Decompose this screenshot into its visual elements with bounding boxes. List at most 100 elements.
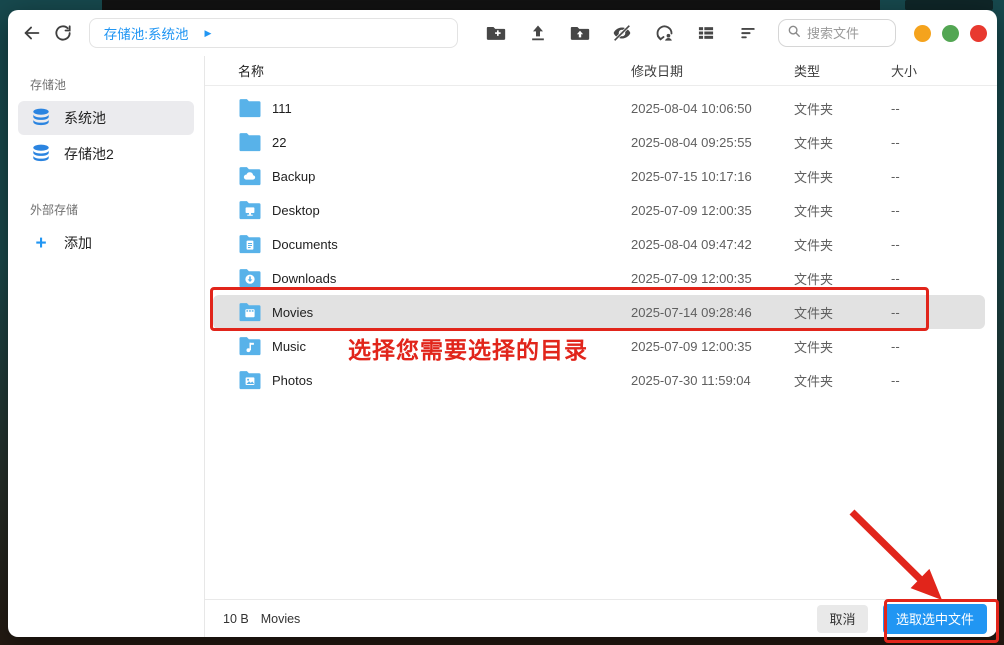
hide-hidden-files-button[interactable] (608, 19, 636, 47)
table-row[interactable]: 111 2025-08-04 10:06:50 文件夹 -- (205, 91, 997, 125)
upload-button[interactable] (524, 19, 552, 47)
file-size: -- (891, 339, 997, 354)
file-date: 2025-07-30 11:59:04 (631, 373, 794, 388)
file-date: 2025-07-09 12:00:35 (631, 339, 794, 354)
column-header-date[interactable]: 修改日期 (631, 61, 794, 80)
folder-backup-icon (238, 165, 262, 187)
file-size: -- (891, 203, 997, 218)
table-row[interactable]: Downloads 2025-07-09 12:00:35 文件夹 -- (205, 261, 997, 295)
file-list: 111 2025-08-04 10:06:50 文件夹 -- 22 2025-0… (205, 86, 997, 599)
table-row[interactable]: 22 2025-08-04 09:25:55 文件夹 -- (205, 125, 997, 159)
file-type: 文件夹 (794, 167, 891, 186)
sidebar-section-external-storage: 外部存储 (18, 195, 194, 224)
file-date: 2025-08-04 10:06:50 (631, 101, 794, 116)
folder-music-icon (238, 335, 262, 357)
table-row[interactable]: Desktop 2025-07-09 12:00:35 文件夹 -- (205, 193, 997, 227)
file-date: 2025-07-14 09:28:46 (631, 305, 794, 320)
file-size: -- (891, 135, 997, 150)
file-size: -- (891, 169, 997, 184)
folder-plain-icon (238, 131, 262, 153)
back-icon (21, 22, 43, 44)
sync-user-icon (654, 23, 675, 44)
file-date: 2025-08-04 09:47:42 (631, 237, 794, 252)
plus-icon: + (30, 234, 52, 253)
table-row[interactable]: Backup 2025-07-15 10:17:16 文件夹 -- (205, 159, 997, 193)
sidebar: 存储池 系统池 存储池2 外部存储 + 添加 (8, 56, 204, 637)
folder-downloads-icon (238, 267, 262, 289)
folder-movies-icon (238, 301, 262, 323)
minimize-button[interactable] (914, 25, 931, 42)
file-name: Desktop (272, 203, 320, 218)
file-name: Documents (272, 237, 338, 252)
table-row[interactable]: Movies 2025-07-14 09:28:46 文件夹 -- (205, 295, 997, 329)
file-type: 文件夹 (794, 303, 891, 322)
folder-plain-icon (238, 97, 262, 119)
back-button[interactable] (20, 19, 44, 47)
file-name: Downloads (272, 271, 336, 286)
column-header-name[interactable]: 名称 (205, 61, 631, 80)
toolbar-actions (482, 19, 762, 47)
file-name: 111 (272, 101, 292, 116)
search-icon (787, 24, 801, 43)
file-name: Music (272, 339, 306, 354)
file-name: Photos (272, 373, 312, 388)
list-view-button[interactable] (692, 19, 720, 47)
sort-icon (738, 23, 758, 43)
search-input[interactable] (807, 26, 887, 41)
sidebar-item-label: 添加 (64, 233, 92, 253)
toolbar: 存储池:系统池 ▶ (8, 10, 997, 56)
file-size: -- (891, 237, 997, 252)
breadcrumb-caret-icon[interactable]: ▶ (204, 28, 211, 39)
file-type: 文件夹 (794, 201, 891, 220)
tasks-button[interactable] (650, 19, 678, 47)
file-date: 2025-07-15 10:17:16 (631, 169, 794, 184)
selection-name: Movies (261, 612, 301, 626)
breadcrumb[interactable]: 存储池:系统池 ▶ (89, 18, 458, 48)
sidebar-item-system-pool[interactable]: 系统池 (18, 101, 194, 135)
refresh-button[interactable] (50, 19, 74, 47)
file-type: 文件夹 (794, 235, 891, 254)
storage-pool-icon (30, 106, 52, 131)
new-folder-icon (485, 22, 507, 44)
storage-pool-icon (30, 142, 52, 167)
file-type: 文件夹 (794, 337, 891, 356)
list-view-icon (696, 23, 716, 43)
file-type: 文件夹 (794, 269, 891, 288)
folder-desktop-icon (238, 199, 262, 221)
file-name: Movies (272, 305, 313, 320)
table-row[interactable]: Documents 2025-08-04 09:47:42 文件夹 -- (205, 227, 997, 261)
table-row[interactable]: Music 2025-07-09 12:00:35 文件夹 -- (205, 329, 997, 363)
sidebar-item-label: 存储池2 (64, 144, 114, 164)
refresh-icon (53, 23, 73, 43)
search-box[interactable] (778, 19, 896, 47)
file-type: 文件夹 (794, 371, 891, 390)
file-name: Backup (272, 169, 315, 184)
column-header-type[interactable]: 类型 (794, 61, 891, 80)
background-app-band-right (905, 0, 993, 10)
move-to-folder-button[interactable] (566, 19, 594, 47)
folder-photos-icon (238, 369, 262, 391)
sort-button[interactable] (734, 19, 762, 47)
folder-up-icon (569, 22, 591, 44)
upload-icon (528, 23, 548, 43)
confirm-select-button[interactable]: 选取选中文件 (883, 604, 987, 634)
file-date: 2025-07-09 12:00:35 (631, 203, 794, 218)
file-size: -- (891, 373, 997, 388)
window-controls (914, 25, 987, 42)
file-size: -- (891, 101, 997, 116)
column-header-size[interactable]: 大小 (891, 61, 997, 80)
new-folder-button[interactable] (482, 19, 510, 47)
status-bar: 10 B Movies 取消 选取选中文件 (205, 599, 997, 637)
sidebar-item-label: 系统池 (64, 108, 106, 128)
file-name: 22 (272, 135, 286, 150)
breadcrumb-path[interactable]: 存储池:系统池 (104, 23, 189, 43)
maximize-button[interactable] (942, 25, 959, 42)
table-row[interactable]: Photos 2025-07-30 11:59:04 文件夹 -- (205, 363, 997, 397)
close-button[interactable] (970, 25, 987, 42)
sidebar-item-add-external[interactable]: + 添加 (18, 226, 194, 260)
sidebar-item-storage-pool-2[interactable]: 存储池2 (18, 137, 194, 171)
folder-documents-icon (238, 233, 262, 255)
cancel-button[interactable]: 取消 (817, 605, 868, 633)
table-header: 名称 修改日期 类型 大小 (205, 56, 997, 86)
file-size: -- (891, 305, 997, 320)
